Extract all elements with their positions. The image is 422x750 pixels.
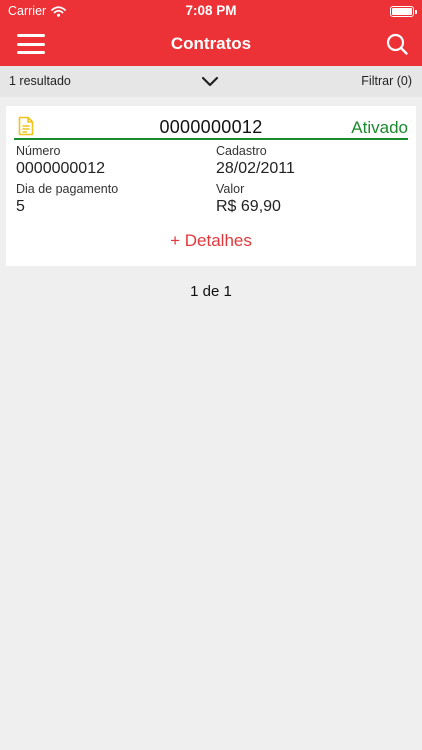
cadastro-value: 28/02/2011 bbox=[216, 160, 295, 177]
app-header: Carrier 7:08 PM Contratos bbox=[0, 0, 422, 66]
dia-pagamento-value: 5 bbox=[16, 198, 25, 215]
field-dia-pagamento: Dia de pagamento 5 bbox=[16, 182, 118, 216]
valor-label: Valor bbox=[216, 182, 245, 196]
field-numero: Número 0000000012 bbox=[16, 144, 105, 178]
numero-value: 0000000012 bbox=[16, 160, 105, 177]
page-title: Contratos bbox=[170, 34, 252, 53]
menu-button[interactable] bbox=[17, 34, 45, 54]
chevron-down-icon[interactable] bbox=[201, 75, 219, 87]
field-valor: Valor R$ 69,90 bbox=[216, 182, 281, 216]
card-header: 0000000012 Ativado bbox=[14, 114, 408, 140]
status-time: 7:08 PM bbox=[185, 3, 237, 18]
filter-bar: 1 resultado Filtrar (0) bbox=[0, 66, 422, 97]
cadastro-label: Cadastro bbox=[216, 144, 267, 158]
pagination-label: 1 de 1 bbox=[190, 283, 232, 300]
contract-card[interactable]: 0000000012 Ativado Número 0000000012 Cad… bbox=[6, 106, 416, 266]
numero-label: Número bbox=[16, 144, 61, 158]
search-icon[interactable] bbox=[385, 32, 409, 56]
contract-number: 0000000012 bbox=[159, 117, 263, 137]
field-cadastro: Cadastro 28/02/2011 bbox=[216, 144, 295, 178]
menu-icon bbox=[17, 34, 45, 37]
status-bar: Carrier 7:08 PM bbox=[0, 0, 422, 22]
battery-icon bbox=[390, 6, 417, 17]
filter-button[interactable]: Filtrar (0) bbox=[361, 74, 412, 88]
nav-bar: Contratos bbox=[0, 22, 422, 66]
status-badge: Ativado bbox=[351, 118, 408, 137]
details-link[interactable]: + Detalhes bbox=[6, 231, 416, 251]
valor-value: R$ 69,90 bbox=[216, 198, 281, 215]
dia-pagamento-label: Dia de pagamento bbox=[16, 182, 119, 196]
result-count: 1 resultado bbox=[9, 74, 71, 88]
